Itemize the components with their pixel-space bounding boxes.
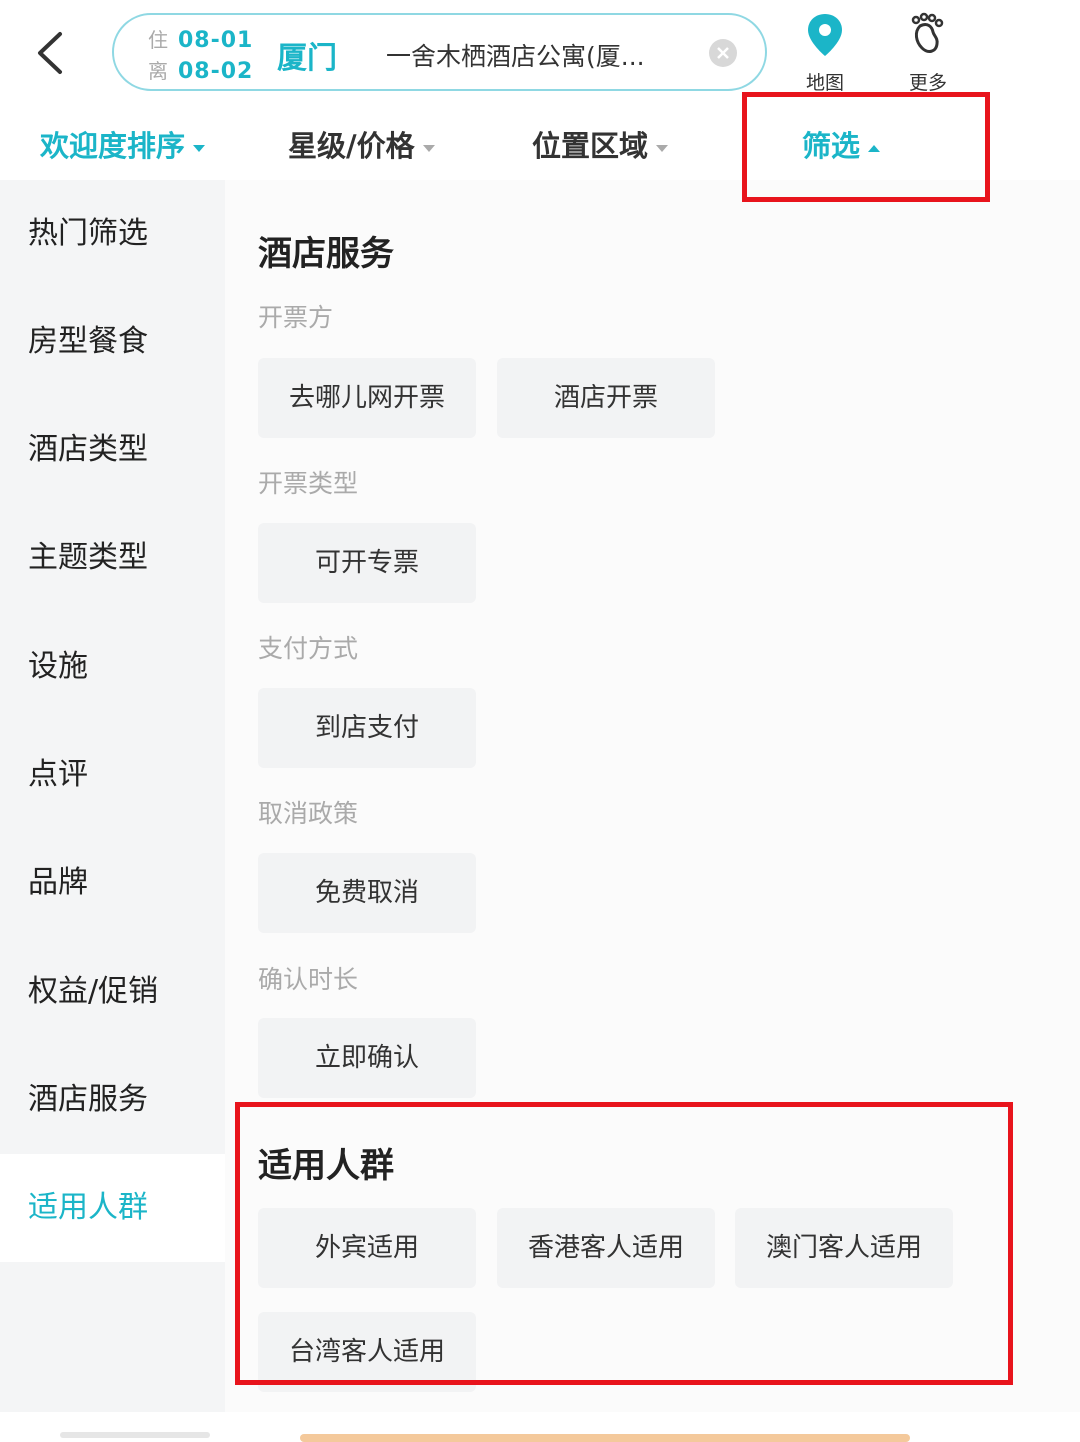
reset-button-edge[interactable] [60, 1432, 210, 1438]
option-foreign-guests[interactable]: 外宾适用 [258, 1208, 476, 1288]
sort-filter-label: 筛选 [802, 129, 861, 163]
group-label-payment: 支付方式 [258, 634, 359, 663]
footprint-icon [911, 12, 944, 53]
option-taiwan-guests[interactable]: 台湾客人适用 [258, 1312, 476, 1392]
sort-location[interactable]: 位置区域 [532, 123, 669, 165]
checkout-label: 离 [148, 59, 168, 83]
sidebar-item-hotel-service[interactable]: 酒店服务 [0, 1046, 225, 1154]
filter-category-sidebar: 热门筛选 房型餐食 酒店类型 主题类型 设施 点评 品牌 权益/促销 酒店服务 … [0, 180, 225, 1412]
sidebar-item-promotions[interactable]: 权益/促销 [0, 938, 225, 1046]
sort-popularity-label: 欢迎度排序 [40, 129, 186, 163]
sort-star-price-label: 星级/价格 [288, 129, 415, 163]
option-pay-at-hotel[interactable]: 到店支付 [258, 688, 476, 768]
option-qunar-invoice[interactable]: 去哪儿网开票 [258, 358, 476, 438]
sidebar-item-audience[interactable]: 适用人群 [0, 1154, 225, 1262]
sort-location-label: 位置区域 [532, 129, 649, 163]
sort-filter[interactable]: 筛选 [802, 123, 881, 165]
sidebar-item-hotel-type[interactable]: 酒店类型 [0, 396, 225, 504]
sidebar-item-hot-filters[interactable]: 热门筛选 [0, 180, 225, 288]
sort-popularity[interactable]: 欢迎度排序 [40, 123, 206, 165]
section-title-hotel-service: 酒店服务 [258, 234, 394, 274]
confirm-button-edge[interactable] [300, 1434, 910, 1442]
sidebar-item-facilities[interactable]: 设施 [0, 613, 225, 721]
checkout-date: 08-02 [178, 59, 254, 84]
sidebar-item-room-meal[interactable]: 房型餐食 [0, 288, 225, 396]
checkin-label: 住 [148, 28, 168, 52]
map-label: 地图 [805, 72, 844, 94]
group-label-invoice-issuer: 开票方 [258, 303, 334, 332]
more-button[interactable]: 更多 [888, 12, 968, 95]
sort-bar: 欢迎度排序 星级/价格 位置区域 筛选 [0, 105, 1080, 180]
caret-up-icon [868, 144, 881, 152]
option-hotel-invoice[interactable]: 酒店开票 [497, 358, 715, 438]
caret-down-icon [193, 144, 206, 152]
close-icon [717, 47, 729, 59]
clear-button[interactable] [709, 39, 737, 67]
map-button[interactable]: 地图 [785, 12, 865, 95]
top-header: 住 08-01 离 08-02 厦门 一舍木栖酒店公寓(厦... 地图 更多 [0, 0, 1080, 105]
group-label-invoice-type: 开票类型 [258, 469, 359, 498]
map-pin-icon [808, 14, 842, 56]
option-hong-kong-guests[interactable]: 香港客人适用 [497, 1208, 715, 1288]
search-box[interactable]: 住 08-01 离 08-02 厦门 一舍木栖酒店公寓(厦... [112, 13, 767, 91]
filter-options-panel: 酒店服务 开票方 去哪儿网开票 酒店开票 开票类型 可开专票 支付方式 到店支付… [225, 180, 1080, 1412]
section-title-audience: 适用人群 [258, 1146, 394, 1186]
chevron-left-icon [38, 32, 62, 74]
search-query[interactable]: 一舍木栖酒店公寓(厦... [386, 37, 686, 73]
date-range[interactable]: 住 08-01 离 08-02 [148, 25, 253, 87]
option-instant-confirm[interactable]: 立即确认 [258, 1018, 476, 1098]
caret-down-icon [422, 144, 435, 152]
group-label-cancellation: 取消政策 [258, 799, 359, 828]
caret-down-icon [656, 144, 669, 152]
option-special-invoice[interactable]: 可开专票 [258, 523, 476, 603]
sort-star-price[interactable]: 星级/价格 [288, 123, 435, 165]
group-label-confirmation: 确认时长 [258, 965, 359, 994]
sidebar-item-reviews[interactable]: 点评 [0, 721, 225, 829]
sidebar-item-brand[interactable]: 品牌 [0, 829, 225, 937]
city-name[interactable]: 厦门 [277, 33, 337, 77]
option-free-cancel[interactable]: 免费取消 [258, 853, 476, 933]
more-label: 更多 [908, 72, 947, 94]
sidebar-item-theme-type[interactable]: 主题类型 [0, 504, 225, 612]
bottom-bar [0, 1412, 1080, 1442]
back-button[interactable] [30, 28, 70, 78]
checkin-date: 08-01 [178, 28, 254, 53]
option-macau-guests[interactable]: 澳门客人适用 [735, 1208, 953, 1288]
